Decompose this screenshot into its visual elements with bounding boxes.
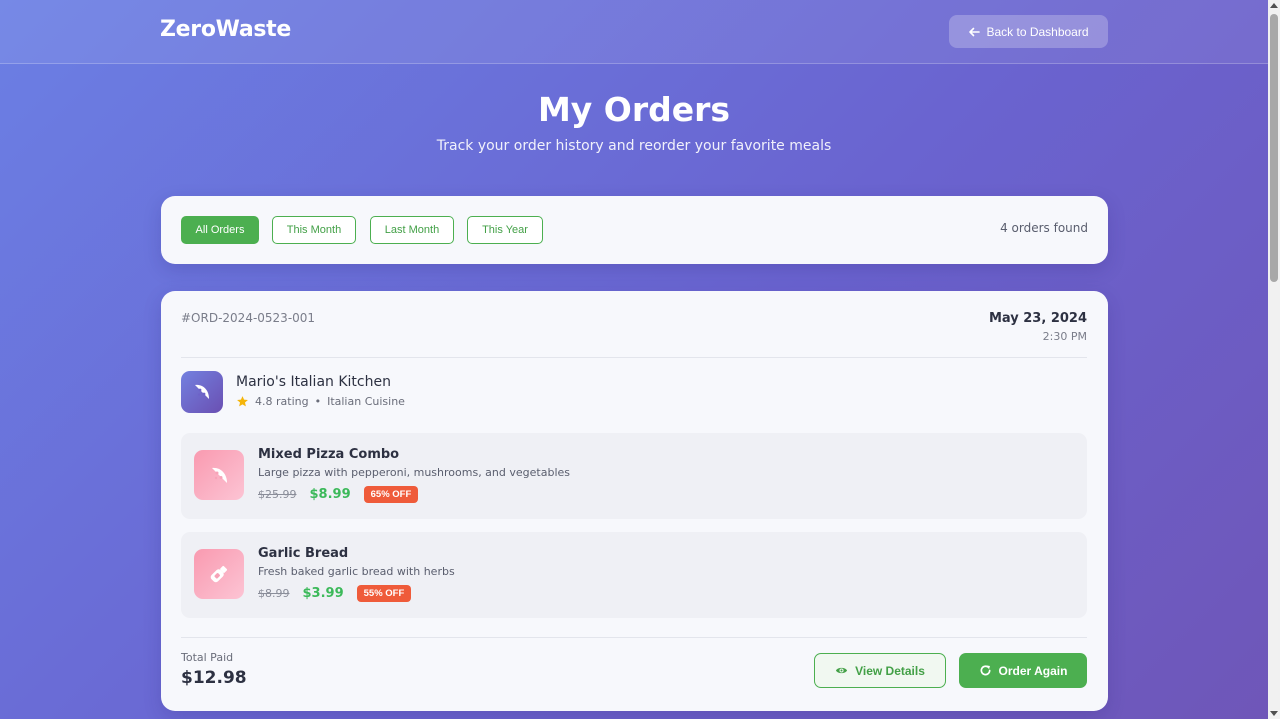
item-price-row: $8.99 $3.99 55% OFF [258,585,412,602]
pizza-slice-icon [212,467,227,483]
page-subtitle: Track your order history and reorder you… [436,138,832,154]
eye-icon [836,667,848,674]
item-name: Mixed Pizza Combo [258,447,400,462]
order-again-label: Order Again [998,663,1068,678]
restaurant-avatar [181,371,223,413]
filter-this-month[interactable]: This Month [272,216,356,244]
scrollbar-thumb[interactable] [1270,14,1278,282]
pizza-icon [195,384,209,399]
view-details-label: View Details [855,663,925,678]
meta-separator: • [314,395,322,408]
page: ZeroWaste Back to Dashboard My Orders Tr… [0,0,1268,719]
brand-logo[interactable]: ZeroWaste [160,17,291,42]
order-footer-divider [181,637,1087,638]
item-discounted-price: $3.99 [302,586,344,601]
order-card: #ORD-2024-0523-001 May 23, 2024 2:30 PM … [161,291,1108,711]
page-title: My Orders [537,90,731,129]
filter-bar: All Orders This Month Last Month This Ye… [161,196,1108,264]
total-label: Total Paid [181,651,234,664]
scroll-down-arrow-icon[interactable] [1270,711,1278,716]
star-icon [237,396,248,407]
back-to-dashboard-button[interactable]: Back to Dashboard [949,15,1108,48]
item-original-price: $25.99 [258,488,297,501]
restaurant-name[interactable]: Mario's Italian Kitchen [236,374,391,390]
order-item: Garlic Bread Fresh baked garlic bread wi… [181,532,1087,618]
filter-all-orders[interactable]: All Orders [181,216,259,244]
top-navbar: ZeroWaste Back to Dashboard [0,0,1268,64]
item-thumbnail [194,450,244,500]
order-again-button[interactable]: Order Again [959,653,1087,688]
item-description: Fresh baked garlic bread with herbs [258,565,455,578]
orders-count: 4 orders found [1000,221,1088,235]
filter-this-year[interactable]: This Year [467,216,543,244]
item-description: Large pizza with pepperoni, mushrooms, a… [258,466,570,479]
item-name: Garlic Bread [258,546,349,561]
arrow-left-icon [969,27,981,36]
discount-badge: 65% OFF [363,486,419,503]
redo-icon [980,665,991,676]
order-time: 2:30 PM [1042,330,1087,343]
item-original-price: $8.99 [258,587,290,600]
filter-last-month[interactable]: Last Month [370,216,454,244]
order-date: May 23, 2024 [988,311,1087,326]
total-value: $12.98 [181,668,247,688]
restaurant-cuisine: Italian Cuisine [327,395,405,408]
discount-badge: 55% OFF [356,585,412,602]
back-button-label: Back to Dashboard [986,24,1089,39]
scroll-up-arrow-icon[interactable] [1270,3,1278,8]
item-price-row: $25.99 $8.99 65% OFF [258,486,419,503]
restaurant-rating: 4.8 rating [255,395,309,408]
item-discounted-price: $8.99 [309,487,351,502]
order-header-divider [181,357,1087,358]
bread-icon [210,565,228,583]
item-thumbnail [194,549,244,599]
page-scrollbar[interactable] [1268,0,1280,719]
order-id: #ORD-2024-0523-001 [181,311,316,325]
view-details-button[interactable]: View Details [814,653,946,688]
order-item: Mixed Pizza Combo Large pizza with peppe… [181,433,1087,519]
restaurant-meta: 4.8 rating • Italian Cuisine [236,395,405,408]
